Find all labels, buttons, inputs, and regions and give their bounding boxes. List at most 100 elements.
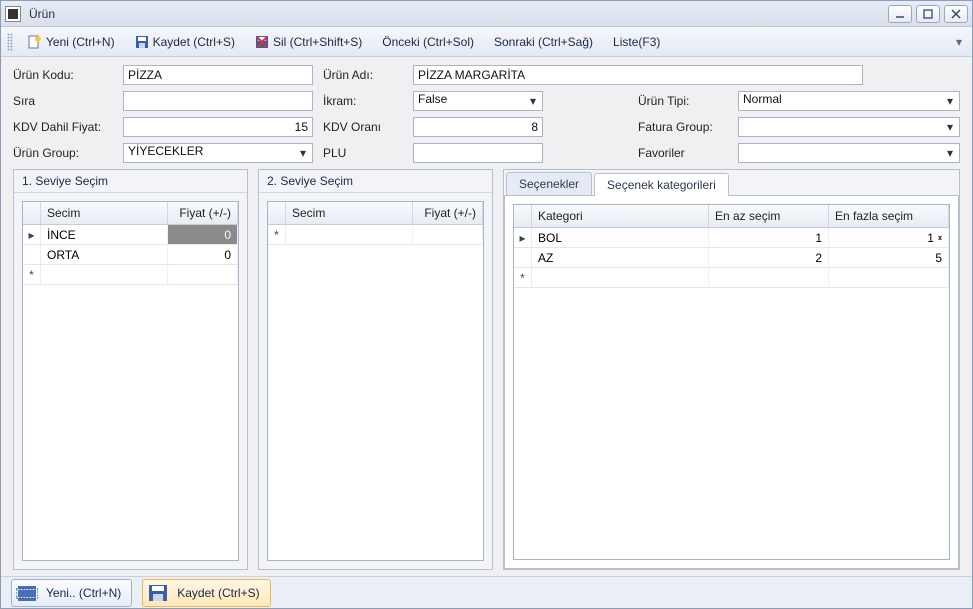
prev-label: Önceki (Ctrl+Sol) — [382, 35, 474, 49]
ikram-value: False — [418, 92, 447, 106]
chevron-down-icon: ▾ — [526, 94, 540, 108]
new-button[interactable]: Yeni (Ctrl+N) — [19, 31, 124, 53]
grid-new-row[interactable]: * — [514, 268, 949, 288]
urun-group-label: Ürün Group: — [13, 146, 113, 160]
save-label: Kaydet (Ctrl+S) — [153, 35, 235, 49]
cell-enfazla[interactable]: 1▴▾ — [829, 228, 949, 247]
delete-label: Sil (Ctrl+Shift+S) — [273, 35, 362, 49]
grid-row[interactable]: ▸ BOL 1 1▴▾ — [514, 228, 949, 248]
urun-group-value: YİYECEKLER — [128, 144, 203, 158]
urun-tipi-label: Ürün Tipi: — [638, 94, 728, 108]
list-button[interactable]: Liste(F3) — [604, 31, 669, 53]
panel-seviye-2: 2. Seviye Seçim Secim Fiyat (+/-) * — [258, 169, 493, 570]
urun-adi-input[interactable] — [413, 65, 863, 85]
footer: Yeni.. (Ctrl+N) Kaydet (Ctrl+S) — [1, 576, 972, 608]
tabs: Seçenekler Seçenek kategorileri — [504, 170, 959, 195]
next-button[interactable]: Sonraki (Ctrl+Sağ) — [485, 31, 602, 53]
favoriler-combo[interactable]: ▾ — [738, 143, 960, 163]
cell-enaz[interactable]: 1 — [709, 228, 829, 247]
save-icon — [147, 583, 169, 603]
toolbar-grip — [7, 33, 13, 51]
cell-kategori[interactable]: AZ — [532, 248, 709, 267]
grid-row[interactable]: ORTA 0 — [23, 245, 238, 265]
ikram-combo[interactable]: False ▾ — [413, 91, 543, 111]
row-indicator-icon: ▸ — [23, 225, 41, 244]
panel-secenekler: Seçenekler Seçenek kategorileri Kategori… — [503, 169, 960, 570]
row-indicator-icon: ▸ — [514, 228, 532, 247]
urun-kodu-input[interactable] — [123, 65, 313, 85]
delete-icon — [255, 35, 269, 49]
urun-tipi-value: Normal — [743, 92, 782, 106]
col-secim[interactable]: Secim — [286, 202, 413, 224]
footer-save-label: Kaydet (Ctrl+S) — [177, 586, 259, 600]
delete-button[interactable]: Sil (Ctrl+Shift+S) — [246, 31, 371, 53]
kdv-dahil-fiyat-label: KDV Dahil Fiyat: — [13, 120, 113, 134]
col-enfazla[interactable]: En fazla seçim — [829, 205, 949, 227]
col-kategori[interactable]: Kategori — [532, 205, 709, 227]
kdv-orani-input[interactable] — [413, 117, 543, 137]
cell-fiyat[interactable]: 0 — [168, 245, 238, 264]
sira-label: Sıra — [13, 94, 113, 108]
cell-fiyat[interactable]: 0 — [168, 225, 238, 244]
tab-secenek-kategorileri[interactable]: Seçenek kategorileri — [594, 173, 729, 196]
chevron-down-icon: ▾ — [943, 146, 957, 160]
minimize-button[interactable] — [888, 5, 912, 23]
urun-tipi-combo[interactable]: Normal ▾ — [738, 91, 960, 111]
grid-row[interactable]: ▸ İNCE 0 — [23, 225, 238, 245]
kdv-orani-label: KDV Oranı — [323, 120, 403, 134]
fatura-group-combo[interactable]: ▾ — [738, 117, 960, 137]
grid-seviye-1[interactable]: Secim Fiyat (+/-) ▸ İNCE 0 ORTA — [22, 201, 239, 561]
favoriler-label: Favoriler — [638, 146, 728, 160]
footer-new-label: Yeni.. (Ctrl+N) — [46, 586, 121, 600]
chevron-down-icon: ▾ — [943, 94, 957, 108]
new-label: Yeni (Ctrl+N) — [46, 35, 115, 49]
new-icon — [16, 583, 38, 603]
urun-kodu-label: Ürün Kodu: — [13, 68, 113, 82]
window: Ürün Yeni (Ctrl+N) Kaydet (Ctrl+S) Sil (… — [0, 0, 973, 609]
toolbar: Yeni (Ctrl+N) Kaydet (Ctrl+S) Sil (Ctrl+… — [1, 27, 972, 57]
cell-secim[interactable]: ORTA — [41, 245, 168, 264]
col-enaz[interactable]: En az seçim — [709, 205, 829, 227]
close-button[interactable] — [944, 5, 968, 23]
urun-adi-label: Ürün Adı: — [323, 68, 403, 82]
plu-label: PLU — [323, 146, 403, 160]
save-button[interactable]: Kaydet (Ctrl+S) — [126, 31, 244, 53]
panel1-title: 1. Seviye Seçim — [14, 170, 247, 193]
grid-row[interactable]: AZ 2 5 — [514, 248, 949, 268]
new-row-icon: * — [514, 268, 532, 287]
col-fiyat[interactable]: Fiyat (+/-) — [413, 202, 483, 224]
new-row-icon: * — [23, 265, 41, 284]
plu-input[interactable] — [413, 143, 543, 163]
maximize-button[interactable] — [916, 5, 940, 23]
window-title: Ürün — [27, 7, 888, 21]
footer-new-button[interactable]: Yeni.. (Ctrl+N) — [11, 579, 132, 607]
save-icon — [135, 35, 149, 49]
chevron-down-icon: ▾ — [296, 146, 310, 160]
tab-secenekler[interactable]: Seçenekler — [506, 172, 592, 195]
cell-secim[interactable]: İNCE — [41, 225, 168, 244]
col-secim[interactable]: Secim — [41, 202, 168, 224]
grid-kategori[interactable]: Kategori En az seçim En fazla seçim ▸ BO… — [513, 204, 950, 560]
cell-enfazla[interactable]: 5 — [829, 248, 949, 267]
next-label: Sonraki (Ctrl+Sağ) — [494, 35, 593, 49]
app-icon — [5, 6, 21, 22]
grid-seviye-2[interactable]: Secim Fiyat (+/-) * — [267, 201, 484, 561]
sira-input[interactable] — [123, 91, 313, 111]
fatura-group-label: Fatura Group: — [638, 120, 728, 134]
grid-new-row[interactable]: * — [268, 225, 483, 245]
toolbar-overflow[interactable]: ▾ — [952, 35, 966, 49]
form-area: Ürün Kodu: Ürün Adı: Sıra İkram: False▾ … — [13, 65, 960, 163]
new-row-icon: * — [268, 225, 286, 244]
col-fiyat[interactable]: Fiyat (+/-) — [168, 202, 238, 224]
cell-kategori[interactable]: BOL — [532, 228, 709, 247]
grid-new-row[interactable]: * — [23, 265, 238, 285]
footer-save-button[interactable]: Kaydet (Ctrl+S) — [142, 579, 270, 607]
cell-enaz[interactable]: 2 — [709, 248, 829, 267]
urun-group-combo[interactable]: YİYECEKLER ▾ — [123, 143, 313, 163]
new-icon — [28, 35, 42, 49]
tab-panel: Kategori En az seçim En fazla seçim ▸ BO… — [504, 195, 959, 569]
kdv-dahil-fiyat-input[interactable] — [123, 117, 313, 137]
prev-button[interactable]: Önceki (Ctrl+Sol) — [373, 31, 483, 53]
panel2-title: 2. Seviye Seçim — [259, 170, 492, 193]
ikram-label: İkram: — [323, 94, 403, 108]
